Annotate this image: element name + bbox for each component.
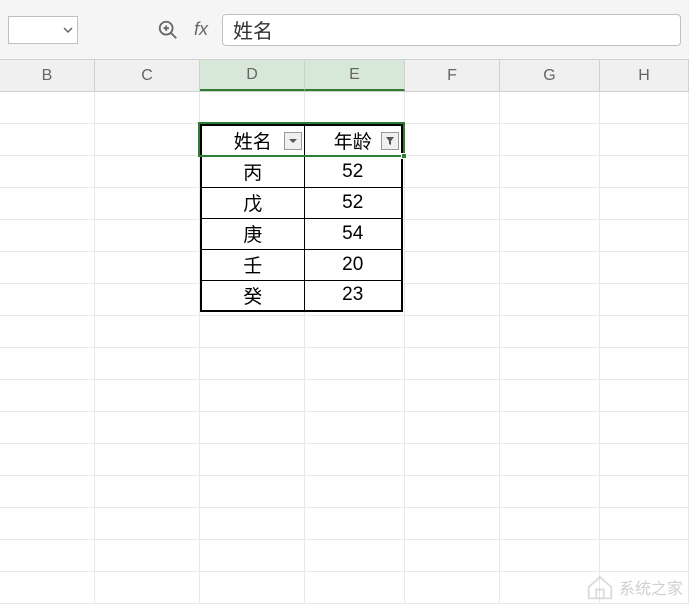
spreadsheet-area: B C D E F G H 姓名: [0, 60, 689, 608]
filter-icon: [385, 136, 395, 146]
column-header-D[interactable]: D: [200, 60, 305, 91]
formula-bar: fx 姓名: [0, 0, 689, 60]
table-row[interactable]: 戊52: [201, 187, 402, 218]
column-header-F[interactable]: F: [405, 60, 500, 91]
header-name-label: 姓名: [234, 132, 272, 153]
zoom-icon[interactable]: [156, 18, 180, 42]
cell-name[interactable]: 庚: [201, 218, 304, 249]
header-cell-name[interactable]: 姓名: [201, 125, 304, 156]
formula-value: 姓名: [233, 15, 273, 44]
watermark: 系统之家: [585, 572, 683, 602]
column-header-C[interactable]: C: [95, 60, 200, 91]
cell-age[interactable]: 23: [304, 280, 402, 311]
cell-name[interactable]: 壬: [201, 249, 304, 280]
table-row[interactable]: 庚54: [201, 218, 402, 249]
cell-age[interactable]: 52: [304, 187, 402, 218]
house-icon: [585, 572, 615, 602]
table-header-row: 姓名 年龄: [201, 125, 402, 156]
column-header-H[interactable]: H: [600, 60, 689, 91]
table-row[interactable]: 壬20: [201, 249, 402, 280]
header-age-label: 年龄: [334, 132, 372, 153]
table-row[interactable]: 癸23: [201, 280, 402, 311]
table-row[interactable]: 丙52: [201, 156, 402, 187]
dropdown-arrow-icon: [288, 136, 298, 146]
formula-input[interactable]: 姓名: [222, 14, 681, 46]
cell-age[interactable]: 52: [304, 156, 402, 187]
watermark-text: 系统之家: [619, 575, 683, 599]
fx-label: fx: [194, 19, 208, 40]
data-table: 姓名 年龄 丙52 戊52 庚54 壬20 癸23: [200, 124, 403, 312]
cell-age[interactable]: 54: [304, 218, 402, 249]
cell-age[interactable]: 20: [304, 249, 402, 280]
dropdown-arrow-icon: [63, 25, 73, 35]
column-headers: B C D E F G H: [0, 60, 689, 92]
filter-button-age[interactable]: [381, 132, 399, 150]
column-header-E[interactable]: E: [305, 60, 405, 91]
cell-name[interactable]: 丙: [201, 156, 304, 187]
cell-name[interactable]: 戊: [201, 187, 304, 218]
filter-button-name[interactable]: [284, 132, 302, 150]
header-cell-age[interactable]: 年龄: [304, 125, 402, 156]
column-header-G[interactable]: G: [500, 60, 600, 91]
name-box[interactable]: [8, 16, 78, 44]
column-header-B[interactable]: B: [0, 60, 95, 91]
cell-name[interactable]: 癸: [201, 280, 304, 311]
